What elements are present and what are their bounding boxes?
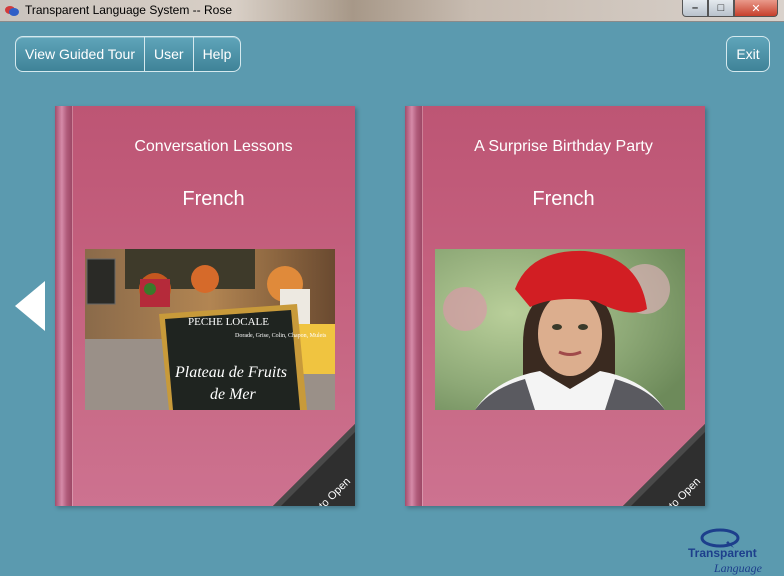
woman-red-beret-photo: [435, 249, 685, 410]
chalkboard-text-1: PECHE LOCALE: [188, 316, 269, 328]
close-button[interactable]: ✕: [734, 0, 778, 17]
maximize-button[interactable]: □: [708, 0, 734, 17]
book-surprise-birthday-party[interactable]: A Surprise Birthday Party French: [405, 106, 705, 506]
logo-text-transparent: Transparent: [688, 546, 757, 560]
user-button[interactable]: User: [145, 37, 194, 71]
book-language: French: [182, 188, 245, 210]
book-conversation-lessons[interactable]: Conversation Lessons French PECHE LOCALE…: [55, 106, 355, 506]
french-cafe-chalkboard-photo: PECHE LOCALE Dorade, Grise, Colin, Chapo…: [85, 249, 335, 410]
exit-button[interactable]: Exit: [726, 36, 770, 72]
help-button[interactable]: Help: [194, 37, 241, 71]
left-arrow-icon[interactable]: [14, 280, 46, 332]
view-guided-tour-button[interactable]: View Guided Tour: [16, 37, 145, 71]
main-content: View Guided Tour User Help Exit Conversa…: [4, 23, 784, 576]
logo-text-language: Language: [714, 561, 762, 575]
book-language: French: [532, 188, 595, 210]
book-spine: [55, 106, 73, 506]
toolbar-nav-group: View Guided Tour User Help: [15, 36, 242, 72]
book-title: Conversation Lessons: [134, 138, 293, 155]
app-icon: [5, 6, 19, 16]
window-title-bar: Transparent Language System -- Rose – □ …: [0, 0, 784, 22]
chalkboard-text-3: Plateau de Fruits: [174, 364, 287, 381]
window-title: Transparent Language System -- Rose: [25, 3, 232, 17]
chalkboard-text-4: de Mer: [210, 386, 257, 403]
book-spine: [405, 106, 423, 506]
book-title: A Surprise Birthday Party: [474, 138, 653, 155]
minimize-button[interactable]: –: [682, 0, 708, 17]
transparent-language-logo: Transparent Language: [684, 526, 780, 576]
chalkboard-text-2: Dorade, Grise, Colin, Chapon, Mulets: [235, 333, 327, 339]
